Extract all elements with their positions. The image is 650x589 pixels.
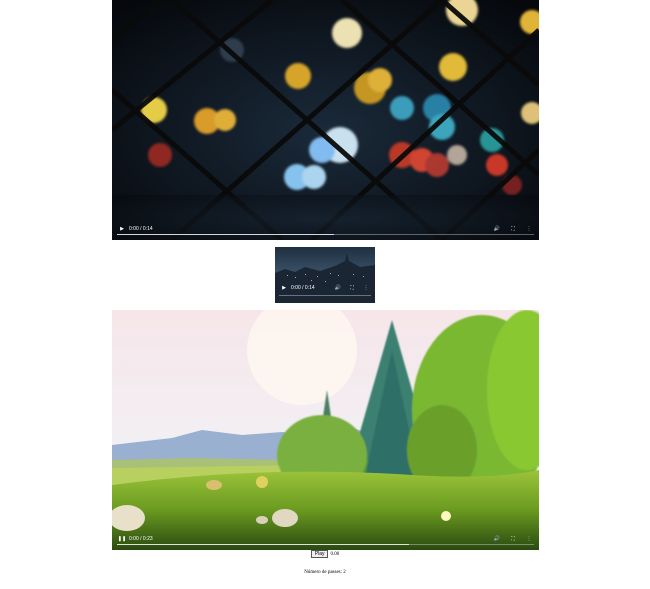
time-display: 0:00 / 0:14	[291, 285, 315, 291]
pause-icon[interactable]: ❚❚	[117, 534, 127, 544]
volume-icon[interactable]: 🔊	[492, 224, 502, 234]
video-player-1[interactable]: ▶ 0:00 / 0:14 🔊 ⛶ ⋮	[112, 0, 539, 240]
video-controls: ❚❚ 0:00 / 0:23 🔊 ⛶ ⋮	[112, 528, 539, 550]
play-icon[interactable]: ▶	[117, 224, 127, 234]
playback-row: Play 0.00	[0, 550, 650, 558]
fullscreen-icon[interactable]: ⛶	[508, 534, 518, 544]
video-frame-meadow	[112, 310, 539, 550]
volume-icon[interactable]: 🔊	[333, 283, 343, 293]
play-button[interactable]: Play	[310, 550, 329, 558]
more-options-icon[interactable]: ⋮	[361, 283, 371, 293]
play-icon[interactable]: ▶	[279, 283, 289, 293]
video-controls: ▶ 0:00 / 0:14 🔊 ⛶ ⋮	[275, 273, 375, 303]
video-player-3[interactable]: ❚❚ 0:00 / 0:23 🔊 ⛶ ⋮	[112, 310, 539, 550]
passes-count: Número de passes: 2	[304, 570, 346, 575]
fullscreen-icon[interactable]: ⛶	[347, 283, 357, 293]
more-options-icon[interactable]: ⋮	[524, 534, 534, 544]
time-display: 0:00 / 0:14	[129, 226, 153, 232]
video-player-2[interactable]: ▶ 0:00 / 0:14 🔊 ⛶ ⋮	[275, 247, 375, 303]
volume-icon[interactable]: 🔊	[492, 534, 502, 544]
video-controls: ▶ 0:00 / 0:14 🔊 ⛶ ⋮	[112, 218, 539, 240]
fullscreen-icon[interactable]: ⛶	[508, 224, 518, 234]
playback-time: 0.00	[330, 552, 340, 557]
more-options-icon[interactable]: ⋮	[524, 224, 534, 234]
video-frame-bokeh	[112, 0, 539, 240]
time-display: 0:00 / 0:23	[129, 536, 153, 542]
